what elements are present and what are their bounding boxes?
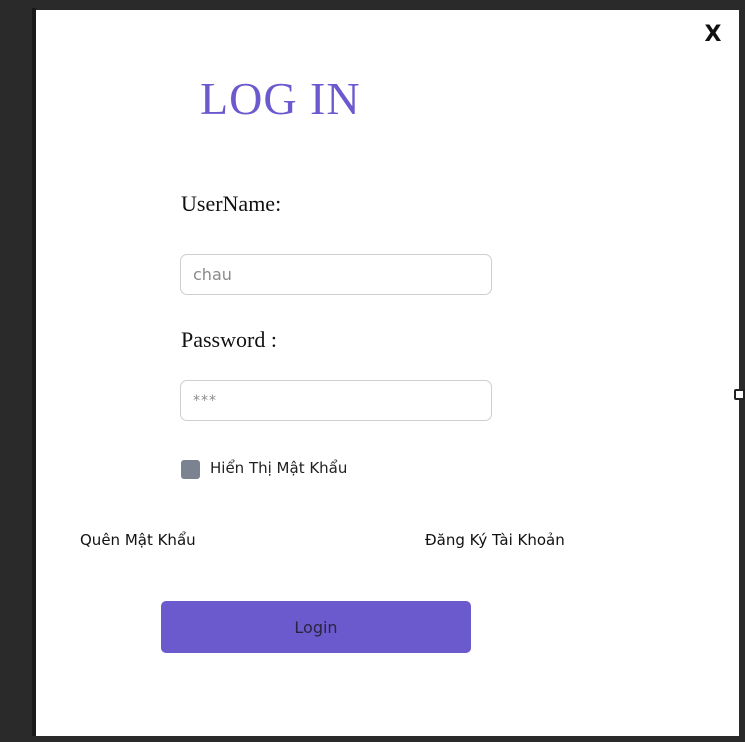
login-button[interactable]: Login: [161, 601, 471, 653]
password-input[interactable]: [180, 380, 492, 421]
forgot-password-link[interactable]: Quên Mật Khẩu: [80, 531, 196, 549]
resize-handle[interactable]: [734, 389, 745, 400]
page-title: LOG IN: [200, 73, 361, 124]
login-window: X LOG IN UserName: Password : Hiển Thị M…: [0, 0, 745, 742]
password-label: Password :: [181, 327, 277, 352]
window-border-bottom: [0, 736, 745, 742]
username-input[interactable]: [180, 254, 492, 295]
window-border-right: [739, 0, 745, 742]
register-link[interactable]: Đăng Ký Tài Khoản: [425, 531, 565, 549]
window-border-left: [0, 0, 34, 742]
window-border-top: [0, 0, 745, 10]
username-label: UserName:: [181, 191, 282, 216]
show-password-label[interactable]: Hiển Thị Mật Khẩu: [210, 459, 347, 477]
show-password-checkbox[interactable]: [181, 460, 200, 479]
close-button[interactable]: X: [700, 22, 726, 48]
